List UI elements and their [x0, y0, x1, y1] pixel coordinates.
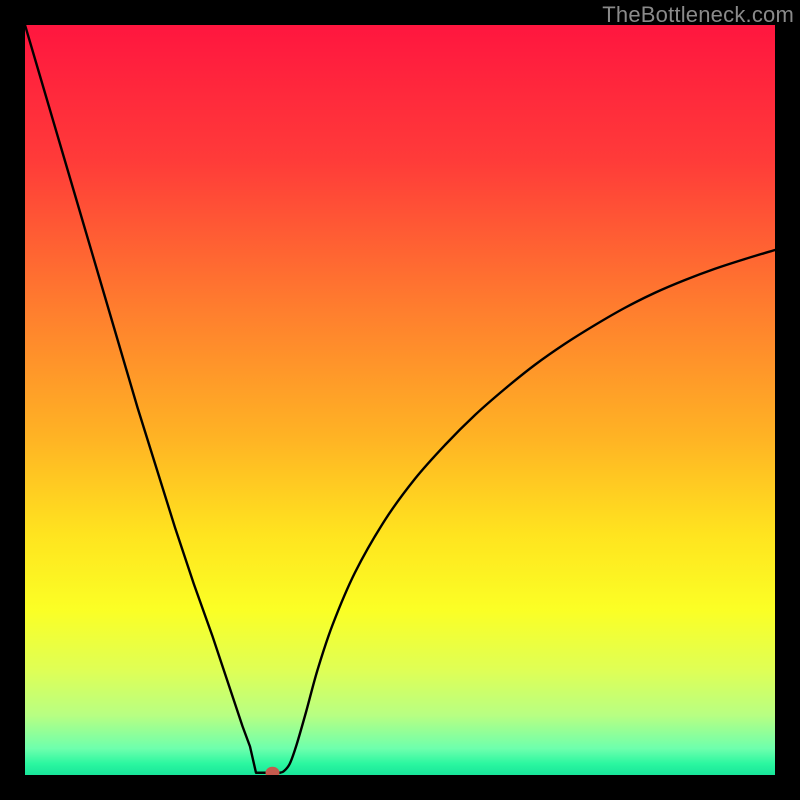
gradient-background	[25, 25, 775, 775]
plot-area	[25, 25, 775, 775]
chart-frame: TheBottleneck.com	[0, 0, 800, 800]
bottleneck-chart	[25, 25, 775, 775]
watermark-text: TheBottleneck.com	[602, 2, 794, 28]
